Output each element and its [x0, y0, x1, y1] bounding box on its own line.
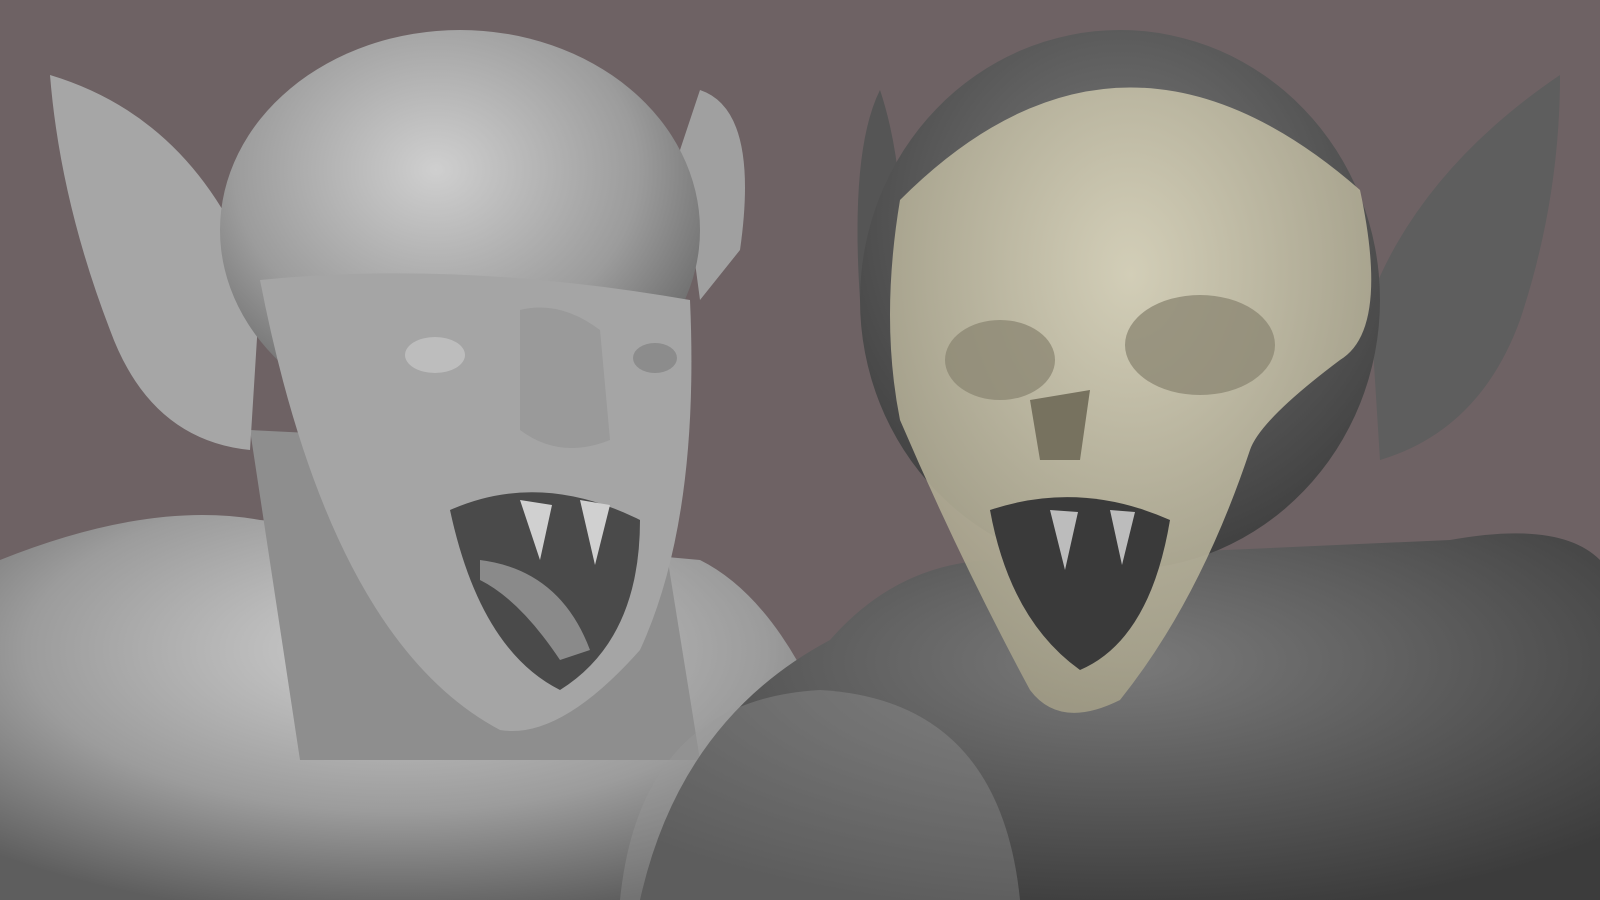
left-nose — [520, 307, 610, 448]
skull-nasal-cavity — [1030, 390, 1090, 460]
skull-eye-socket-left — [945, 320, 1055, 400]
left-eye-left — [405, 337, 465, 373]
left-eye-right — [633, 343, 677, 373]
sculpt-render-canvas — [0, 0, 1600, 900]
skull-eye-socket-right — [1125, 295, 1275, 395]
